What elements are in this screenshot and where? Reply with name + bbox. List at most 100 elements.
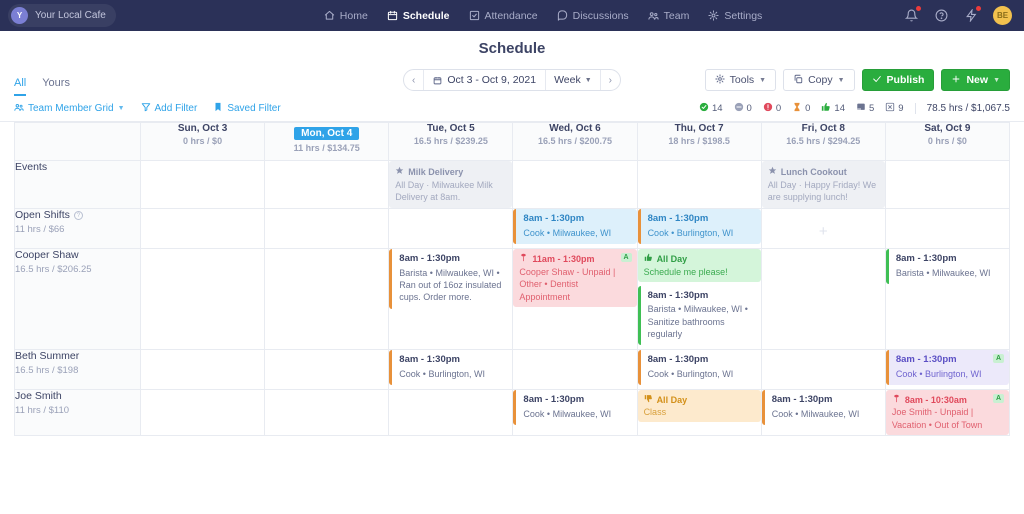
- schedule-cell[interactable]: [513, 349, 637, 389]
- view-select[interactable]: Week ▼: [546, 70, 601, 90]
- shift-card[interactable]: 8am - 1:30pm Cook • Milwaukee, WI: [513, 390, 636, 425]
- nav-item-discussions[interactable]: Discussions: [557, 10, 629, 22]
- date-range-button[interactable]: Oct 3 - Oct 9, 2021: [423, 70, 546, 90]
- shift-card[interactable]: 8am - 1:30pm Barista • Milwaukee, WI: [886, 249, 1009, 284]
- nav-item-attendance[interactable]: Attendance: [469, 10, 538, 22]
- schedule-cell[interactable]: [265, 389, 389, 435]
- row-label[interactable]: Open Shifts ? 11 hrs / $66: [15, 209, 141, 249]
- schedule-cell[interactable]: [141, 389, 265, 435]
- stat-check-circle[interactable]: 14: [699, 102, 723, 115]
- schedule-cell[interactable]: Milk Delivery All Day · Milwaukee Milk D…: [389, 161, 513, 209]
- schedule-cell[interactable]: [513, 161, 637, 209]
- schedule-cell[interactable]: 8am - 1:30pm Cook • Milwaukee, WI: [761, 389, 885, 435]
- day-header[interactable]: Tue, Oct 5 16.5 hrs / $239.25: [389, 123, 513, 161]
- schedule-cell[interactable]: [265, 209, 389, 249]
- schedule-cell[interactable]: A 8am - 1:30pm Cook • Burlington, WI: [885, 349, 1009, 389]
- nav-item-team[interactable]: Team: [648, 10, 690, 22]
- schedule-cell[interactable]: 8am - 1:30pm Barista • Milwaukee, WI: [885, 249, 1009, 350]
- shift-card[interactable]: 8am - 1:30pm Cook • Burlington, WI: [638, 350, 761, 385]
- schedule-cell[interactable]: A 11am - 1:30pm Cooper Shaw - Unpaid | O…: [513, 249, 637, 350]
- nav-item-settings[interactable]: Settings: [708, 10, 762, 22]
- shift-card[interactable]: 8am - 1:30pm Cook • Burlington, WI: [638, 209, 761, 244]
- schedule-cell[interactable]: [389, 389, 513, 435]
- schedule-cell[interactable]: [885, 161, 1009, 209]
- copy-button[interactable]: Copy ▼: [783, 69, 854, 91]
- unavailability-card[interactable]: All Day Class: [638, 390, 761, 422]
- add-shift-button[interactable]: +: [762, 209, 885, 240]
- stat-hourglass[interactable]: 0: [792, 102, 810, 115]
- schedule-cell[interactable]: A 8am - 10:30am Joe Smith - Unpaid | Vac…: [885, 389, 1009, 435]
- schedule-cell[interactable]: [389, 209, 513, 249]
- day-header[interactable]: Wed, Oct 6 16.5 hrs / $200.75: [513, 123, 637, 161]
- event-card[interactable]: Lunch Cookout All Day · Happy Friday! We…: [762, 161, 885, 208]
- time-off-card[interactable]: A 8am - 10:30am Joe Smith - Unpaid | Vac…: [886, 390, 1009, 435]
- stat-note[interactable]: 5: [856, 102, 874, 115]
- nav-item-home[interactable]: Home: [324, 10, 368, 22]
- add-filter-button[interactable]: Add Filter: [141, 102, 198, 115]
- avatar[interactable]: BE: [993, 6, 1012, 25]
- tab-yours[interactable]: Yours: [42, 77, 70, 96]
- schedule-cell[interactable]: [637, 161, 761, 209]
- shift-card[interactable]: 8am - 1:30pm Barista • Milwaukee, WI • S…: [638, 286, 761, 345]
- bell-icon[interactable]: [903, 7, 920, 24]
- row-label[interactable]: Events: [15, 161, 141, 209]
- stat-conflict[interactable]: 9: [885, 102, 903, 115]
- schedule-cell[interactable]: [885, 209, 1009, 249]
- day-header[interactable]: Fri, Oct 8 16.5 hrs / $294.25: [761, 123, 885, 161]
- schedule-cell[interactable]: [141, 161, 265, 209]
- schedule-cell[interactable]: +: [761, 209, 885, 249]
- tools-button[interactable]: Tools ▼: [705, 69, 776, 91]
- stat-thumbs-up[interactable]: 14: [821, 102, 845, 115]
- stat-alert-circle[interactable]: 0: [763, 102, 781, 115]
- publish-button[interactable]: Publish: [862, 69, 935, 91]
- stat-minus-circle[interactable]: 0: [734, 102, 752, 115]
- shift-card[interactable]: 8am - 1:30pm Barista • Milwaukee, WI • R…: [389, 249, 512, 308]
- schedule-cell[interactable]: [265, 161, 389, 209]
- schedule-cell[interactable]: All Day Schedule me please! 8am - 1:30pm…: [637, 249, 761, 350]
- schedule-cell[interactable]: [265, 349, 389, 389]
- time-off-card[interactable]: A 11am - 1:30pm Cooper Shaw - Unpaid | O…: [513, 249, 636, 307]
- row-label[interactable]: Cooper Shaw 16.5 hrs / $206.25: [15, 249, 141, 350]
- tab-all[interactable]: All: [14, 77, 26, 96]
- schedule-cell[interactable]: [141, 249, 265, 350]
- timeoff-icon: [519, 253, 528, 265]
- day-header[interactable]: Sat, Oct 9 0 hrs / $0: [885, 123, 1009, 161]
- shift-card[interactable]: 8am - 1:30pm Cook • Milwaukee, WI: [513, 209, 636, 244]
- row-label[interactable]: Joe Smith 11 hrs / $110: [15, 389, 141, 435]
- schedule-cell[interactable]: 8am - 1:30pm Cook • Burlington, WI: [637, 349, 761, 389]
- availability-card[interactable]: All Day Schedule me please!: [638, 249, 761, 281]
- brand-chip[interactable]: Y Your Local Cafe: [8, 4, 116, 27]
- schedule-cell[interactable]: [761, 249, 885, 350]
- help-icon[interactable]: [933, 7, 950, 24]
- team-member-grid-button[interactable]: Team Member Grid ▼: [14, 102, 125, 115]
- prev-week-button[interactable]: ‹: [404, 70, 423, 90]
- schedule-cell[interactable]: [141, 209, 265, 249]
- schedule-cell[interactable]: 8am - 1:30pm Cook • Milwaukee, WI: [513, 389, 637, 435]
- schedule-cell[interactable]: 8am - 1:30pm Cook • Burlington, WI: [637, 209, 761, 249]
- new-button[interactable]: New ▼: [941, 69, 1010, 91]
- schedule-cell[interactable]: [265, 249, 389, 350]
- schedule-cell[interactable]: All Day Class: [637, 389, 761, 435]
- bell-badge-dot: [916, 6, 921, 11]
- time-off-description: Joe Smith - Unpaid | Vacation • Out of T…: [892, 406, 1003, 431]
- schedule-cell[interactable]: 8am - 1:30pm Cook • Milwaukee, WI: [513, 209, 637, 249]
- schedule-cell[interactable]: 8am - 1:30pm Barista • Milwaukee, WI • R…: [389, 249, 513, 350]
- schedule-cell[interactable]: Lunch Cookout All Day · Happy Friday! We…: [761, 161, 885, 209]
- toolbar: AllYours ‹ Oct 3 - Oct 9, 2021 Week ▼ › …: [0, 64, 1024, 96]
- row-label[interactable]: Beth Summer 16.5 hrs / $198: [15, 349, 141, 389]
- bolt-icon[interactable]: [963, 7, 980, 24]
- shift-card[interactable]: A 8am - 1:30pm Cook • Burlington, WI: [886, 350, 1009, 385]
- schedule-cell[interactable]: [761, 349, 885, 389]
- schedule-cell[interactable]: 8am - 1:30pm Cook • Burlington, WI: [389, 349, 513, 389]
- next-week-button[interactable]: ›: [601, 70, 620, 90]
- saved-filter-button[interactable]: Saved Filter: [213, 102, 280, 115]
- day-header[interactable]: Thu, Oct 7 18 hrs / $198.5: [637, 123, 761, 161]
- shift-card[interactable]: 8am - 1:30pm Cook • Milwaukee, WI: [762, 390, 885, 425]
- event-card[interactable]: Milk Delivery All Day · Milwaukee Milk D…: [389, 161, 512, 208]
- help-icon[interactable]: ?: [74, 211, 83, 220]
- schedule-cell[interactable]: [141, 349, 265, 389]
- day-header[interactable]: Sun, Oct 3 0 hrs / $0: [141, 123, 265, 161]
- day-header[interactable]: Mon, Oct 4 11 hrs / $134.75: [265, 123, 389, 161]
- shift-card[interactable]: 8am - 1:30pm Cook • Burlington, WI: [389, 350, 512, 385]
- nav-item-schedule[interactable]: Schedule: [387, 10, 450, 22]
